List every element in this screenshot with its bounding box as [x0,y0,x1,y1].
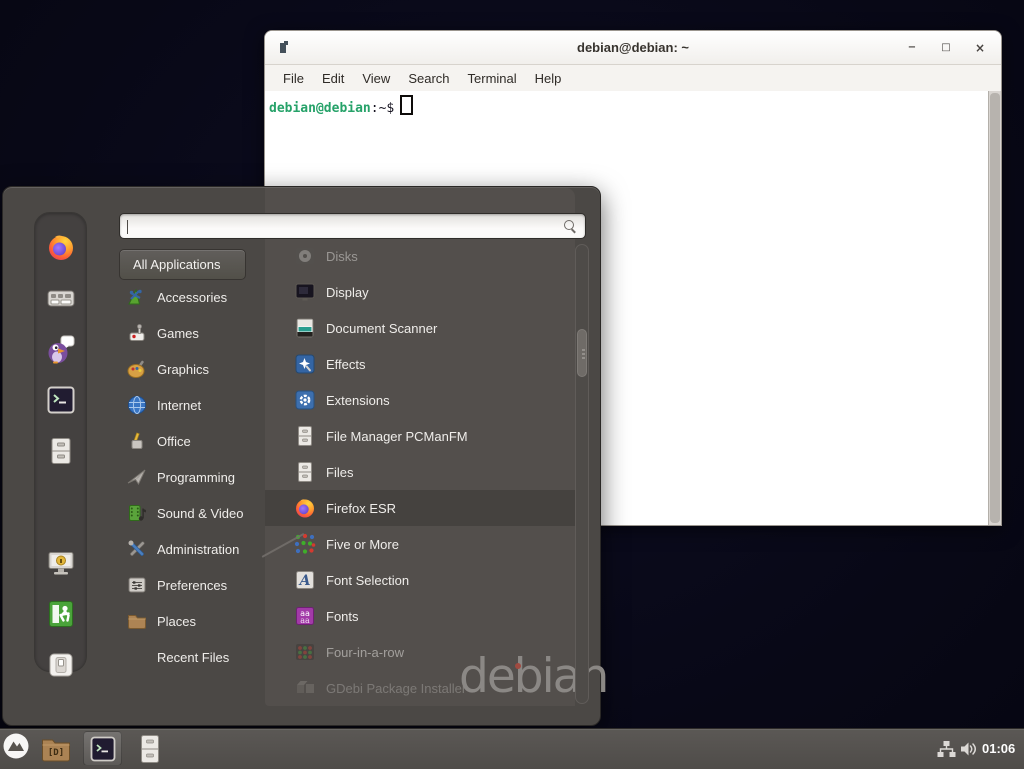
debian-watermark-dot [515,663,521,669]
prompt-user: debian@debian [269,101,371,116]
task-terminal-active[interactable] [83,731,122,766]
category-office[interactable]: Office [119,423,265,459]
menu-view[interactable]: View [353,71,399,86]
window-title: debian@debian: ~ [265,31,1001,64]
app-disks[interactable]: Disks [265,238,575,274]
network-icon[interactable] [937,740,956,759]
app-document-scanner[interactable]: Document Scanner [265,310,575,346]
app-display[interactable]: Display [265,274,575,310]
minimize-button[interactable]: − [897,42,927,53]
taskbar: [D] 01:06 [0,728,1024,769]
category-games[interactable]: Games [119,315,265,351]
app-fonts[interactable]: aaaa Fonts [265,598,575,634]
task-folder-d[interactable]: [D] [41,736,71,762]
app-list-scrollbar-thumb[interactable] [577,329,587,377]
app-extensions[interactable]: Extensions [265,382,575,418]
svg-text:[D]: [D] [48,748,64,758]
app-file-manager-pcmanfm[interactable]: File Manager PCManFM [265,418,575,454]
task-file-cabinet[interactable] [137,734,163,764]
category-accessories[interactable]: Accessories [119,279,265,315]
app-five-or-more[interactable]: Five or More [265,526,575,562]
terminal-cursor [400,95,413,115]
terminal-titlebar[interactable]: debian@debian: ~ − □ × [265,31,1001,65]
favorites-sidebar [34,212,87,672]
category-places[interactable]: Places [119,603,265,639]
search-input[interactable] [126,216,556,236]
terminal-menubar: File Edit View Search Terminal Help [265,65,1001,92]
category-preferences[interactable]: Preferences [119,567,265,603]
file-cabinet-icon[interactable] [45,435,77,467]
menu-search-box[interactable] [119,213,586,239]
taskbar-clock[interactable]: 01:06 [982,729,1015,769]
menu-button[interactable] [3,733,29,759]
category-internet[interactable]: Internet [119,387,265,423]
category-sound-video[interactable]: Sound & Video [119,495,265,531]
app-effects[interactable]: Effects [265,346,575,382]
category-graphics[interactable]: Graphics [119,351,265,387]
terminal-scrollbar-thumb[interactable] [990,93,1000,523]
svg-text:A: A [298,573,311,589]
svg-text:aa: aa [300,616,310,625]
menu-edit[interactable]: Edit [313,71,353,86]
app-files[interactable]: Files [265,454,575,490]
shut-down-icon[interactable] [45,649,77,681]
application-menu: All Applications Accessories Games Graph… [2,186,601,726]
category-programming[interactable]: Programming [119,459,265,495]
search-caret [127,220,128,234]
menu-terminal[interactable]: Terminal [459,71,526,86]
terminal-icon[interactable] [45,384,77,416]
prompt-suffix: :~$ [371,101,394,116]
terminal-scrollbar[interactable] [988,91,1001,525]
volume-icon[interactable] [960,741,978,757]
application-list: Disks Display Document Scanner Effects E… [265,238,575,706]
pidgin-icon[interactable] [45,333,77,365]
scrollbar-grip-dots [582,349,585,351]
close-button[interactable]: × [965,41,995,55]
maximize-button[interactable]: □ [931,42,961,53]
category-list: Accessories Games Graphics Internet Offi… [119,279,265,675]
app-font-selection[interactable]: A Font Selection [265,562,575,598]
category-administration[interactable]: Administration [119,531,265,567]
keyboard-icon[interactable] [45,282,77,314]
app-firefox-esr[interactable]: Firefox ESR [265,490,575,526]
terminal-window-icon [280,43,286,53]
lock-screen-icon[interactable] [45,547,77,579]
app-list-scrollbar[interactable] [575,244,589,704]
category-recent-files[interactable]: Recent Files [119,639,265,675]
menu-search[interactable]: Search [399,71,458,86]
log-out-icon[interactable] [45,598,77,630]
menu-help[interactable]: Help [526,71,571,86]
search-icon [563,220,576,233]
category-all-applications[interactable]: All Applications [119,249,246,280]
menu-file[interactable]: File [274,71,313,86]
firefox-icon[interactable] [45,231,77,263]
